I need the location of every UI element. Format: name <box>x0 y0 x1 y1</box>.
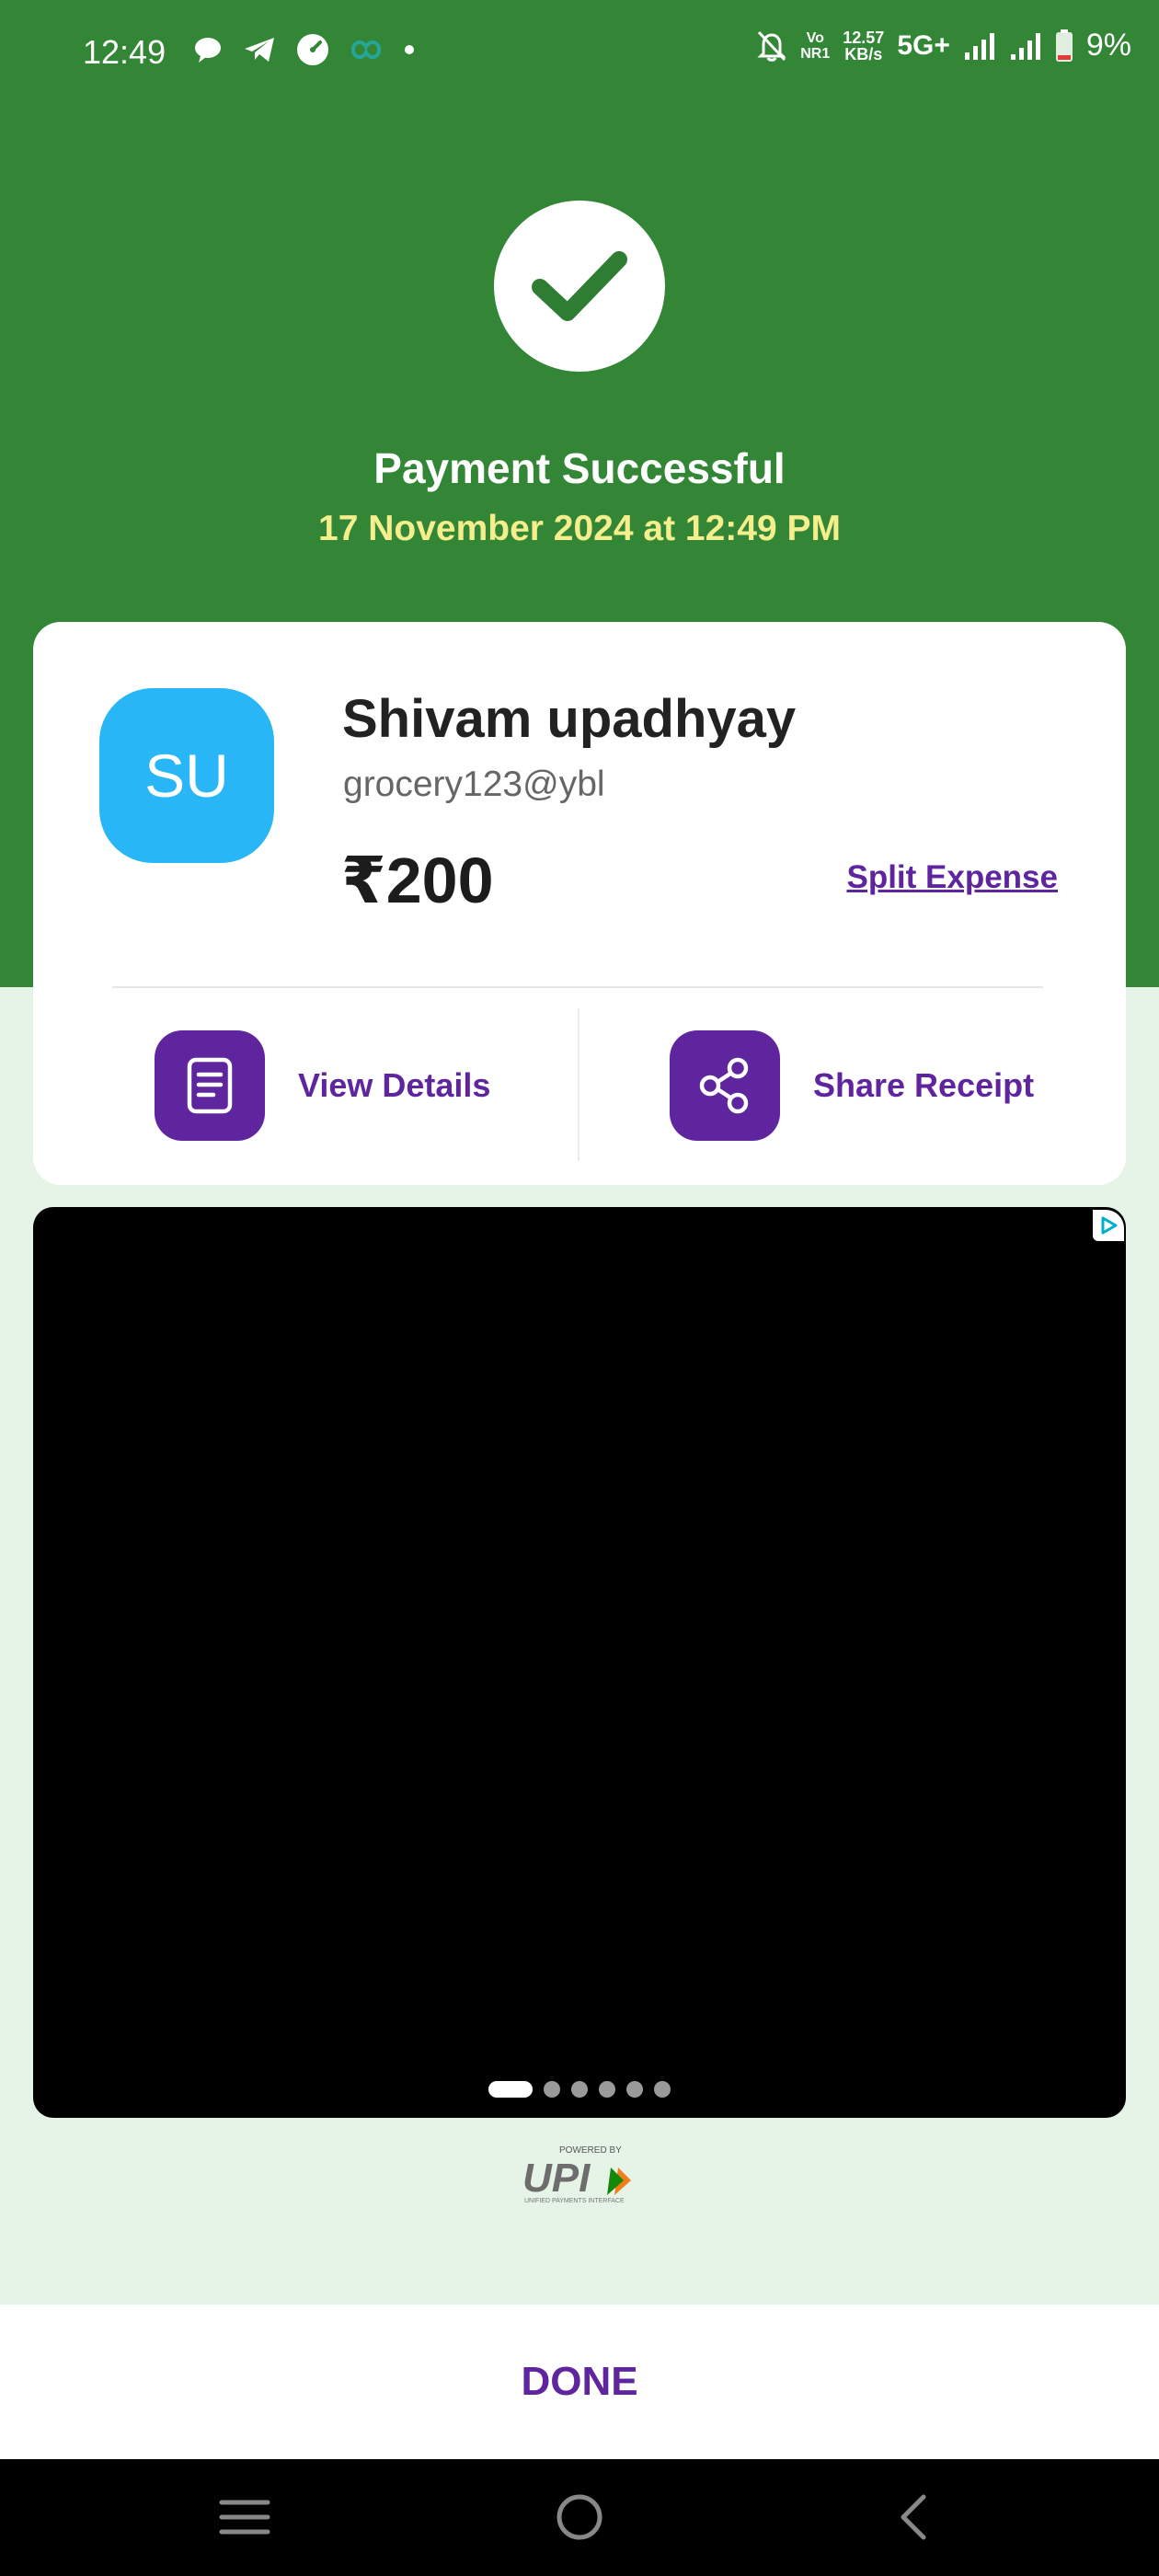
notification-icons <box>193 33 416 66</box>
carousel-dot[interactable] <box>571 2081 588 2098</box>
payee-avatar: SU <box>99 688 274 863</box>
carousel-dot[interactable] <box>654 2081 671 2098</box>
network-speed: 12.57 KB/s <box>843 28 885 63</box>
system-navigation-bar <box>0 2459 1159 2576</box>
share-receipt-label: Share Receipt <box>813 1066 1035 1104</box>
actions-divider <box>578 1008 580 1161</box>
volte-indicator: Vo NR1 <box>800 29 831 62</box>
upi-logo: POWERED BY UPI UNIFIED PAYMENTS INTERFAC… <box>515 2144 644 2208</box>
back-chevron-icon <box>901 2494 926 2540</box>
menu-lines-icon <box>219 2500 270 2535</box>
status-bar: 12:49 Vo NR1 12.57 KB/s 5G+ 9% <box>0 0 1159 106</box>
svg-text:UNIFIED PAYMENTS INTERFACE: UNIFIED PAYMENTS INTERFACE <box>524 2198 625 2204</box>
carousel-dot[interactable] <box>626 2081 643 2098</box>
payment-amount: ₹200 <box>341 845 494 916</box>
telegram-icon <box>245 38 274 62</box>
carousel-dot[interactable] <box>599 2081 615 2098</box>
svg-text:POWERED BY: POWERED BY <box>559 2145 622 2156</box>
payee-upi-id: grocery123@ybl <box>343 765 605 804</box>
carousel-pagination <box>33 2081 1126 2098</box>
done-button[interactable]: DONE <box>521 2359 637 2405</box>
mute-bell-icon <box>757 30 786 62</box>
battery-percentage: 9% <box>1085 28 1131 63</box>
network-type: 5G+ <box>897 29 950 61</box>
payee-name: Shivam upadhyay <box>342 689 797 749</box>
carousel-dot[interactable] <box>544 2081 560 2098</box>
share-icon <box>670 1030 780 1141</box>
view-details-button[interactable]: View Details <box>155 1030 490 1141</box>
payment-status-title: Payment Successful <box>373 444 786 492</box>
share-receipt-button[interactable]: Share Receipt <box>670 1030 1034 1141</box>
done-bar: DONE <box>0 2305 1159 2459</box>
svg-text:UPI: UPI <box>522 2156 591 2201</box>
view-details-label: View Details <box>298 1066 491 1104</box>
checkmark-icon <box>532 251 627 321</box>
carousel-dot[interactable] <box>488 2081 533 2098</box>
success-check-badge <box>494 201 665 372</box>
adchoices-icon[interactable] <box>1093 1210 1124 1241</box>
card-divider <box>112 986 1043 988</box>
speedometer-icon <box>297 34 328 65</box>
more-notifications-dot-icon <box>405 45 414 54</box>
payment-summary-card: SU Shivam upadhyay grocery123@ybl ₹200 S… <box>33 622 1126 1185</box>
battery-icon <box>1055 29 1073 62</box>
ad-carousel[interactable] <box>33 1207 1126 2118</box>
signal-strength-icon <box>964 32 994 60</box>
split-expense-link[interactable]: Split Expense <box>846 859 1058 896</box>
home-button[interactable] <box>543 2485 616 2549</box>
home-circle-icon <box>557 2494 602 2540</box>
signal-strength-sim2-icon <box>1010 32 1040 60</box>
chat-bubble-icon <box>195 38 221 63</box>
payment-datetime: 17 November 2024 at 12:49 PM <box>318 509 841 548</box>
status-indicators: Vo NR1 12.57 KB/s 5G+ 9% <box>756 28 1131 63</box>
app-logo-icon <box>350 40 382 59</box>
back-button[interactable] <box>876 2485 949 2549</box>
document-icon <box>155 1030 265 1141</box>
recent-apps-button[interactable] <box>208 2485 281 2549</box>
avatar-initials: SU <box>144 742 229 810</box>
status-time: 12:49 <box>83 33 166 71</box>
